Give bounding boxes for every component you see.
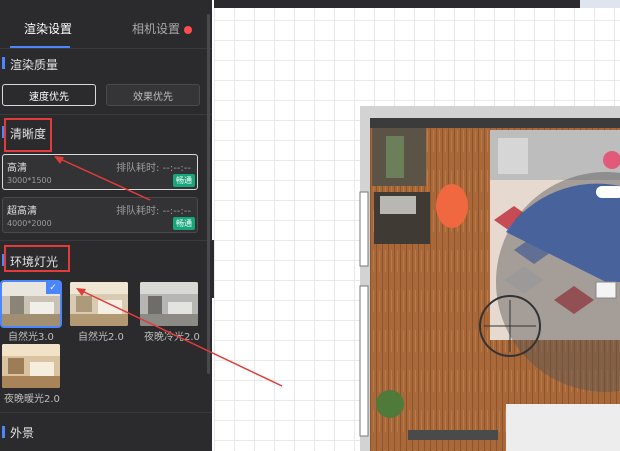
annotation-box-lighting <box>4 245 70 272</box>
section-marker <box>2 57 5 69</box>
status-badge: 畅通 <box>173 174 195 187</box>
floorplan-scene <box>359 106 620 451</box>
tab-camera-settings[interactable]: 相机设置 <box>132 20 180 37</box>
section-marker <box>2 426 5 438</box>
lighting-preset-night-cool[interactable] <box>140 282 198 326</box>
top-toolbar-strip <box>214 0 620 8</box>
tab-render-settings[interactable]: 渲染设置 <box>24 20 72 37</box>
settings-tabs: 渲染设置 相机设置 <box>0 8 212 48</box>
resolution-option-hd[interactable]: 高清 3000*1500 排队耗时: --:--:-- 畅通 <box>2 154 198 190</box>
preset-label: 夜晚暖光2.0 <box>4 394 60 405</box>
room-preview-image <box>70 282 128 326</box>
preset-label: 夜晚冷光2.0 <box>144 332 200 343</box>
status-badge: 畅通 <box>173 217 195 230</box>
divider <box>0 114 212 115</box>
room-preview-image <box>2 344 60 388</box>
divider <box>0 412 212 413</box>
resolution-size: 3000*1500 <box>7 176 52 185</box>
preset-label: 自然光3.0 <box>8 332 54 343</box>
room-preview-image <box>140 282 198 326</box>
exterior-title: 外景 <box>10 426 35 440</box>
lighting-preset-night-warm[interactable] <box>2 344 60 388</box>
resolution-name: 高清 <box>7 163 27 174</box>
annotation-box-resolution <box>4 118 52 152</box>
panel-scrollbar[interactable] <box>207 14 210 374</box>
check-icon: ✓ <box>46 282 60 294</box>
design-canvas[interactable] <box>214 0 620 451</box>
lighting-preset-natural-3[interactable]: ✓ <box>0 280 62 328</box>
resolution-size: 4000*2000 <box>7 219 52 228</box>
preset-label: 自然光2.0 <box>78 332 124 343</box>
queue-time: 排队耗时: --:--:-- <box>116 206 191 217</box>
resolution-option-uhd[interactable]: 超高清 4000*2000 排队耗时: --:--:-- 畅通 <box>2 197 198 233</box>
speed-priority-button[interactable]: 速度优先 <box>2 84 96 106</box>
quality-priority-button[interactable]: 效果优先 <box>106 84 200 106</box>
settings-panel: 渲染设置 相机设置 渲染质量 速度优先 效果优先 清晰度 高清 3000*150… <box>0 0 212 451</box>
camera-marker[interactable] <box>595 281 617 299</box>
camera-rotate-icon[interactable] <box>596 186 620 198</box>
lighting-preset-natural-2[interactable] <box>70 282 128 326</box>
queue-time: 排队耗时: --:--:-- <box>116 163 191 174</box>
resolution-name: 超高清 <box>7 206 37 217</box>
render-quality-title: 渲染质量 <box>10 58 59 72</box>
notification-dot <box>184 26 192 34</box>
divider <box>0 240 212 241</box>
divider <box>0 48 212 49</box>
